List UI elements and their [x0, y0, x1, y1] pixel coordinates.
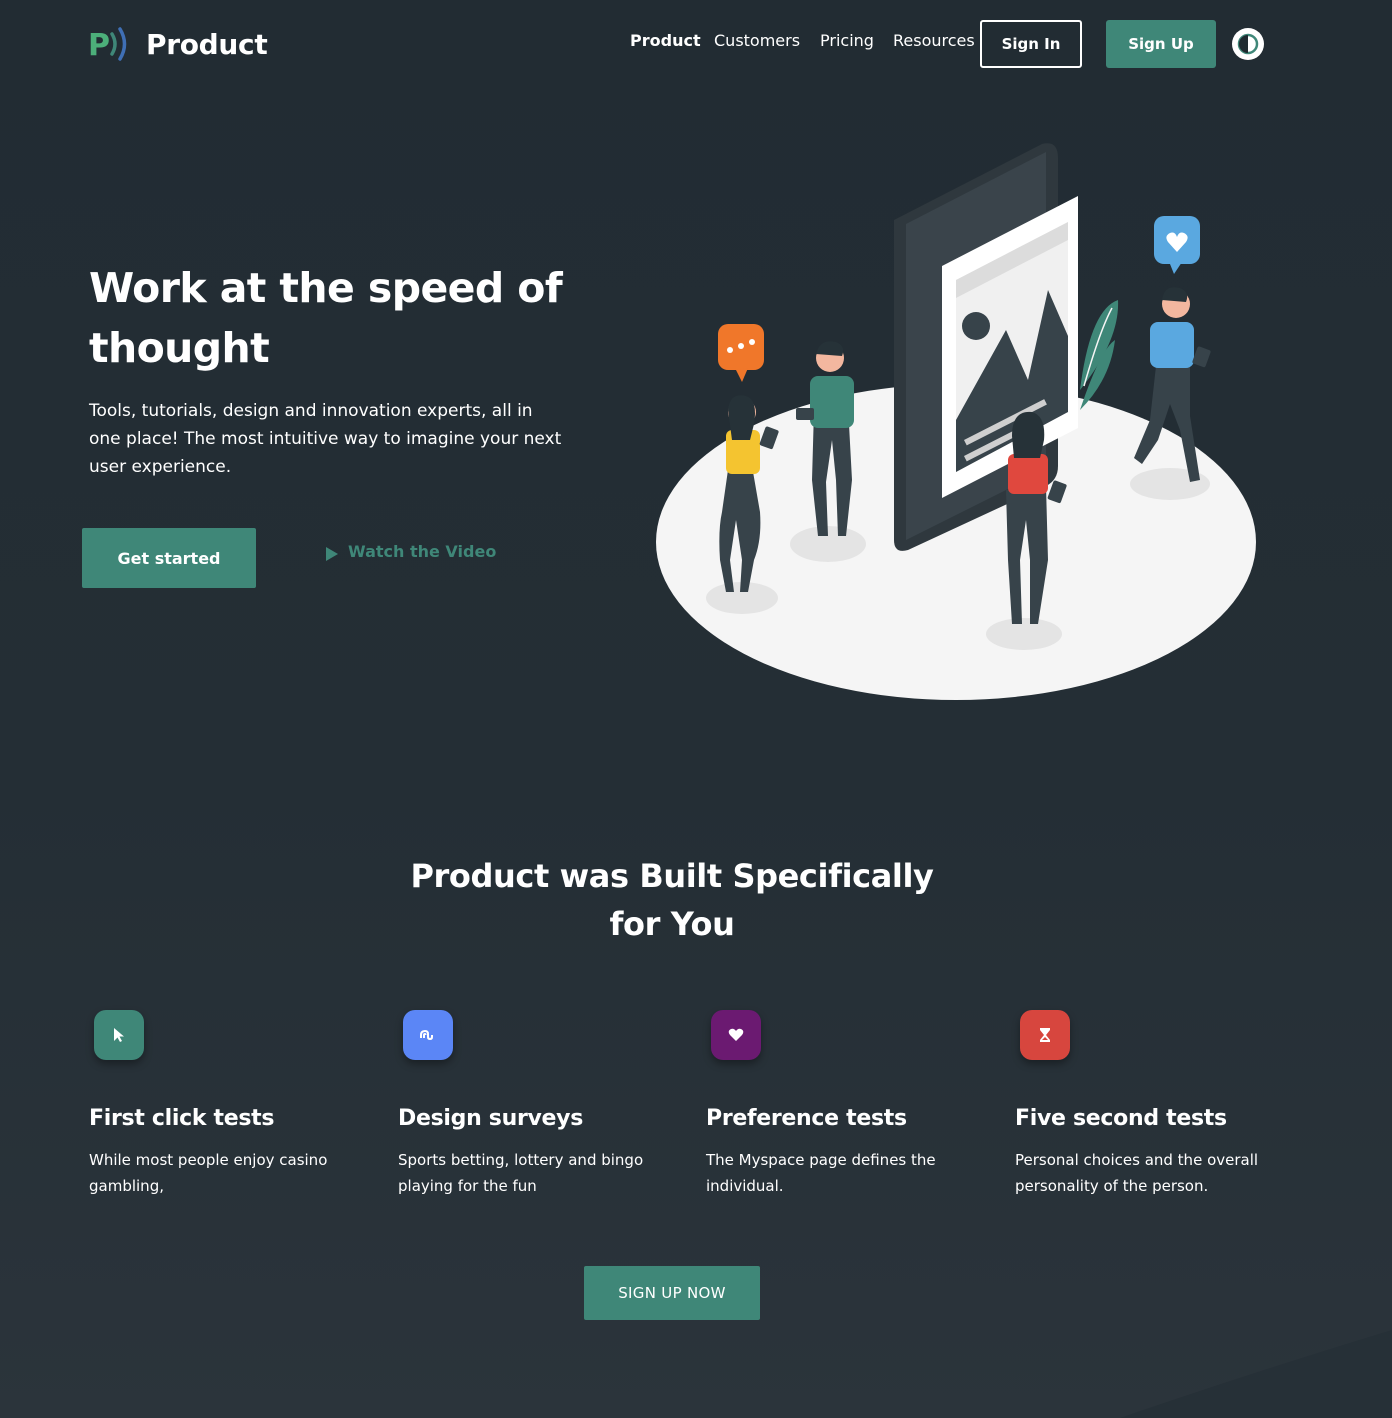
like-bubble-graphic	[1154, 216, 1200, 274]
decorative-wave	[1120, 1330, 1392, 1418]
feature-text: The Myspace page defines the individual.	[706, 1151, 936, 1195]
feature-title: Design surveys	[398, 1106, 583, 1131]
sign-up-button[interactable]: Sign Up	[1106, 20, 1216, 68]
nav-item-pricing[interactable]: Pricing	[820, 31, 874, 50]
contrast-icon	[1237, 33, 1259, 55]
hourglass-icon	[1020, 1010, 1070, 1060]
brand-logo[interactable]: P Product	[88, 24, 268, 64]
features-title: Product was Built Specifically for You	[410, 857, 934, 943]
feature-card-first-click: First click tests While most people enjo…	[89, 1010, 349, 1199]
feature-text: Sports betting, lottery and bingo playin…	[398, 1151, 644, 1195]
hero-illustration	[650, 140, 1270, 705]
feature-text: While most people enjoy casino gambling,	[89, 1151, 328, 1195]
feature-title: First click tests	[89, 1106, 275, 1131]
feature-title: Five second tests	[1015, 1106, 1227, 1131]
stumbleupon-icon	[403, 1010, 453, 1060]
nav-item-resources[interactable]: Resources	[893, 31, 975, 50]
watch-video-link[interactable]: Watch the Video	[326, 542, 496, 561]
nav-item-customers[interactable]: Customers	[714, 31, 800, 50]
cursor-icon	[94, 1010, 144, 1060]
nav-item-product[interactable]: Product	[630, 31, 701, 50]
chat-bubble-graphic	[718, 324, 764, 382]
site-header: P Product Product Customers Pricing Reso…	[0, 0, 1392, 88]
sign-in-button[interactable]: Sign In	[980, 20, 1082, 68]
hero-description: Tools, tutorials, design and innovation …	[89, 401, 562, 477]
brand-name: Product	[146, 27, 268, 61]
feature-text: Personal choices and the overall persona…	[1015, 1151, 1259, 1195]
hero-title: Work at the speed of thought	[89, 264, 563, 372]
feature-card-five-second-tests: Five second tests Personal choices and t…	[1015, 1010, 1275, 1199]
svg-text:P: P	[88, 28, 110, 63]
logo-icon: P	[88, 24, 132, 64]
heart-icon	[711, 1010, 761, 1060]
feature-card-preference-tests: Preference tests The Myspace page define…	[706, 1010, 966, 1199]
watch-video-label: Watch the Video	[348, 542, 497, 561]
sign-up-now-button[interactable]: SIGN UP NOW	[584, 1266, 760, 1320]
get-started-button[interactable]: Get started	[82, 528, 256, 588]
feature-title: Preference tests	[706, 1106, 907, 1131]
feature-card-design-surveys: Design surveys Sports betting, lottery a…	[398, 1010, 658, 1199]
play-icon	[326, 546, 338, 561]
theme-toggle-button[interactable]	[1232, 28, 1264, 60]
